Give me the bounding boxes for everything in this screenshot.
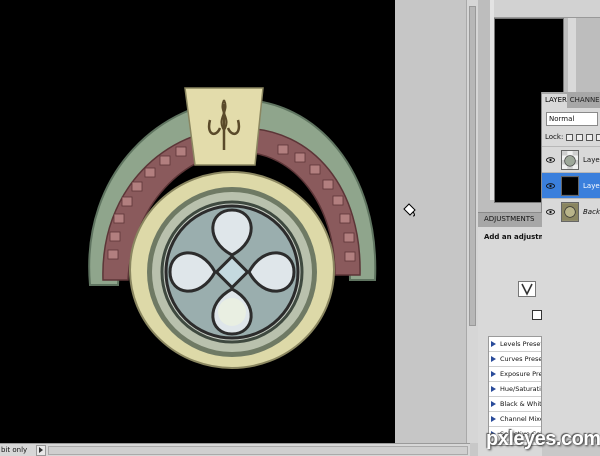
list-item[interactable]: Levels Presets [489, 337, 541, 352]
layer-thumbnail [561, 201, 579, 222]
layer-row-background[interactable]: Background [542, 198, 600, 224]
canvas-horizontal-scrollbar[interactable] [48, 445, 468, 455]
list-item[interactable]: Hue/Saturation Presets [489, 382, 541, 397]
tab-channels[interactable]: CHANNELS [567, 94, 600, 108]
status-text: bit only [1, 446, 28, 454]
status-menu-button[interactable] [36, 444, 46, 456]
document-canvas[interactable] [0, 0, 395, 443]
round-window-artwork [88, 87, 377, 369]
tab-adjustments[interactable]: ADJUSTMENTS [478, 213, 542, 227]
expand-triangle-icon[interactable] [491, 416, 496, 422]
lock-pixels-icon[interactable] [576, 133, 584, 141]
layer-name[interactable]: Background [583, 208, 600, 216]
expand-triangle-icon[interactable] [491, 401, 496, 407]
watermark-logo: pxleyes.com [486, 428, 600, 450]
arrow-right-icon [39, 447, 43, 453]
layer-thumbnail [561, 149, 579, 170]
adjustment-option-icon[interactable] [532, 310, 542, 320]
lock-transparency-icon[interactable] [566, 133, 574, 141]
status-bar: bit only [0, 443, 470, 456]
layers-panel: LAYERS CHANNELS Normal Lock: Layer 1 Lay… [541, 92, 600, 442]
expand-triangle-icon[interactable] [491, 356, 496, 362]
list-item[interactable]: Curves Presets [489, 352, 541, 367]
canvas-vertical-scrollbar[interactable] [466, 0, 478, 443]
vibrance-icon[interactable] [518, 281, 536, 297]
scrollbar-thumb[interactable] [469, 6, 476, 326]
layer-name[interactable]: Layer 2 [583, 182, 600, 190]
lock-row: Lock: [542, 130, 600, 144]
blend-mode-select[interactable]: Normal [546, 112, 598, 126]
eye-icon[interactable] [546, 208, 555, 215]
layers-panel-tabs: LAYERS CHANNELS [542, 92, 600, 108]
lock-label: Lock: [545, 133, 564, 141]
eye-icon[interactable] [546, 156, 555, 163]
adjustments-hint: Add an adjustment [484, 233, 542, 241]
window-title-bar[interactable] [494, 0, 600, 18]
expand-triangle-icon[interactable] [491, 386, 496, 392]
tab-layers[interactable]: LAYERS [542, 94, 567, 108]
workspace-background [395, 0, 470, 443]
list-item[interactable]: Channel Mixer Presets [489, 412, 541, 427]
window-edge [568, 18, 576, 98]
lock-position-icon[interactable] [586, 133, 594, 141]
list-item[interactable]: Exposure Presets [489, 367, 541, 382]
expand-triangle-icon[interactable] [491, 341, 496, 347]
layer-row-layer-1[interactable]: Layer 1 [542, 146, 600, 172]
adjustments-panel: ADJUSTMENTS Add an adjustment Levels Pre… [478, 212, 542, 456]
layer-thumbnail [561, 175, 579, 196]
expand-triangle-icon[interactable] [491, 371, 496, 377]
layer-name[interactable]: Layer 1 [583, 156, 600, 164]
eye-icon[interactable] [546, 182, 555, 189]
lock-all-icon[interactable] [596, 133, 600, 141]
paint-bucket-cursor-icon [403, 203, 416, 217]
layer-row-layer-2[interactable]: Layer 2 [542, 172, 600, 198]
list-item[interactable]: Black & White Presets [489, 397, 541, 412]
